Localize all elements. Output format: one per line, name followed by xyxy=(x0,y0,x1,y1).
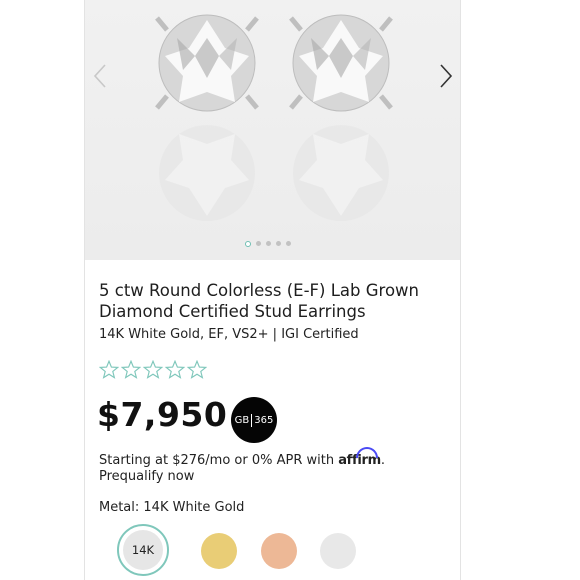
badge-left-text: GB xyxy=(234,414,250,426)
metal-label: Metal: 14K White Gold xyxy=(99,500,245,515)
star-outline-icon xyxy=(143,360,163,379)
metal-swatch-platinum[interactable] xyxy=(320,533,356,569)
product-card: 5 ctw Round Colorless (E-F) Lab Grown Di… xyxy=(84,0,461,580)
left-earring-reflection xyxy=(159,125,255,221)
product-title: 5 ctw Round Colorless (E-F) Lab Grown Di… xyxy=(99,281,419,321)
product-subtitle: 14K White Gold, EF, VS2+ | IGI Certified xyxy=(99,327,359,342)
star-outline-icon xyxy=(99,360,119,379)
right-earring-reflection xyxy=(293,125,389,221)
rating-stars[interactable] xyxy=(99,360,207,379)
product-price: $7,950 xyxy=(97,395,228,434)
carousel-dot-5[interactable] xyxy=(286,241,291,246)
carousel-pagination xyxy=(245,241,291,247)
product-image-gallery[interactable] xyxy=(85,0,460,260)
financing-text: Starting at $276/mo or 0% APR with xyxy=(99,453,339,468)
swatch-label: 14K xyxy=(131,543,155,557)
gb365-badge[interactable]: GB 365 xyxy=(231,397,277,443)
star-outline-icon xyxy=(165,360,185,379)
carousel-dot-4[interactable] xyxy=(276,241,281,246)
next-image-button[interactable] xyxy=(435,60,457,92)
star-outline-icon xyxy=(121,360,141,379)
left-earring-image xyxy=(155,14,259,112)
carousel-dot-3[interactable] xyxy=(266,241,271,246)
prequalify-link[interactable]: Prequalify now xyxy=(99,469,194,484)
metal-swatch-14k-white-gold[interactable]: 14K xyxy=(117,524,169,576)
carousel-dot-1[interactable] xyxy=(245,241,251,247)
chevron-right-icon xyxy=(440,64,453,88)
financing-info: Starting at $276/mo or 0% APR with affir… xyxy=(99,453,449,485)
chevron-left-icon xyxy=(93,64,106,88)
badge-right-text: 365 xyxy=(254,414,274,426)
affirm-logo: affirm xyxy=(338,453,381,468)
financing-period: . xyxy=(380,453,386,468)
star-outline-icon xyxy=(187,360,207,379)
right-earring-image xyxy=(289,14,393,112)
previous-image-button[interactable] xyxy=(89,60,111,92)
metal-swatches: 14K xyxy=(117,524,356,578)
swatch-inner: 14K xyxy=(123,530,163,570)
badge-divider xyxy=(251,413,253,427)
metal-swatch-rose-gold[interactable] xyxy=(261,533,297,569)
carousel-dot-2[interactable] xyxy=(256,241,261,246)
metal-swatch-yellow-gold[interactable] xyxy=(201,533,237,569)
